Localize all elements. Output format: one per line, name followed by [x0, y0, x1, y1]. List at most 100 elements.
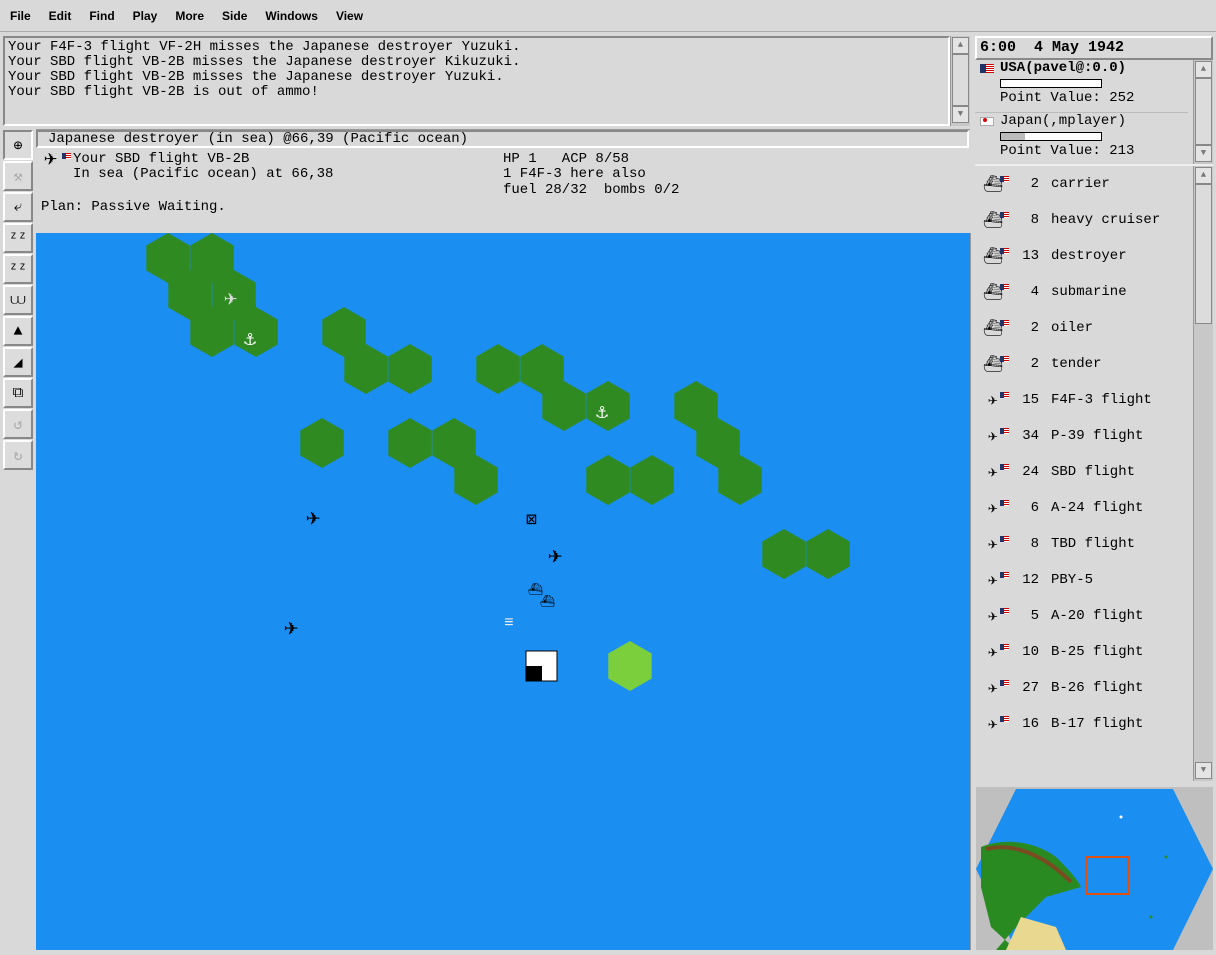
- unit-type-row[interactable]: ✈ 16 B-17 flight: [975, 706, 1190, 742]
- scroll-down-icon[interactable]: ▼: [1195, 762, 1212, 779]
- unit-type-row[interactable]: ✈ 10 B-25 flight: [975, 634, 1190, 670]
- unit-count: 2: [1030, 356, 1039, 372]
- unit-count: 34: [1022, 428, 1039, 444]
- land-hex[interactable]: [630, 455, 674, 505]
- scroll-thumb[interactable]: [952, 54, 969, 106]
- undo-icon[interactable]: ↺: [3, 409, 33, 439]
- unit-type-row[interactable]: ✈ 6 A-24 flight: [975, 490, 1190, 526]
- scroll-up-icon[interactable]: ▲: [1195, 167, 1212, 184]
- unit-type-row[interactable]: ⛴ 4 submarine: [975, 274, 1190, 310]
- unit-count: 10: [1022, 644, 1039, 660]
- ship-icon: ⛴: [975, 174, 1011, 194]
- aircraft-icon: ✈: [975, 534, 1011, 554]
- land-hex[interactable]: [476, 344, 520, 394]
- menu-windows[interactable]: Windows: [265, 9, 318, 23]
- fighter-unit-icon[interactable]: ✈: [306, 506, 320, 533]
- scroll-up-icon[interactable]: ▲: [952, 37, 969, 54]
- unit-type-row[interactable]: ⛴ 8 heavy cruiser: [975, 202, 1190, 238]
- ship-icon: ⛴: [975, 318, 1011, 338]
- hex-map[interactable]: ✈⚓⚓✈✈✈⊠⛴⛴≡: [36, 233, 970, 950]
- japan-flag-icon: [980, 117, 994, 126]
- message-log: Your F4F-3 flight VF-2H misses the Japan…: [3, 36, 950, 126]
- unit-type-row[interactable]: ✈ 15 F4F-3 flight: [975, 382, 1190, 418]
- build-icon[interactable]: ⚒: [3, 161, 33, 191]
- menu-view[interactable]: View: [336, 9, 363, 23]
- crosshair-icon[interactable]: ⊕: [3, 130, 33, 160]
- reserve-icon[interactable]: ᶻᶻ: [3, 254, 33, 284]
- view-icon[interactable]: ⧉: [3, 378, 33, 408]
- scroll-down-icon[interactable]: ▼: [952, 106, 969, 123]
- unit-count: 6: [1030, 500, 1039, 516]
- world-minimap[interactable]: [976, 787, 1213, 950]
- land-hex[interactable]: [586, 455, 630, 505]
- unit-type-row[interactable]: ✈ 24 SBD flight: [975, 454, 1190, 490]
- menu-more[interactable]: More: [175, 9, 204, 23]
- units-scrollbar[interactable]: ▲ ▼: [1193, 166, 1213, 781]
- unit-type-name: P-39 flight: [1051, 428, 1144, 444]
- port-icon[interactable]: ⚓: [596, 402, 608, 425]
- aircraft-icon: ✈: [975, 462, 1011, 482]
- terrain-icon[interactable]: ◢: [3, 347, 33, 377]
- menu-bar: File Edit Find Play More Side Windows View: [0, 0, 1216, 32]
- return-icon[interactable]: ⤶: [3, 192, 33, 222]
- unit-type-row[interactable]: ⛴ 13 destroyer: [975, 238, 1190, 274]
- unit-type-name: B-25 flight: [1051, 644, 1144, 660]
- menu-edit[interactable]: Edit: [49, 9, 72, 23]
- ship-stack-icon[interactable]: ≡: [504, 614, 514, 632]
- fighter-unit-icon[interactable]: ✈: [284, 616, 298, 643]
- land-hex[interactable]: [806, 529, 850, 579]
- unit-count: 8: [1030, 536, 1039, 552]
- unit-count: 24: [1022, 464, 1039, 480]
- menu-side[interactable]: Side: [222, 9, 247, 23]
- ship-icon: ⛴: [975, 246, 1011, 266]
- side-name-japan: Japan(,mplayer): [1000, 113, 1127, 129]
- fighter-unit-icon[interactable]: ✈: [548, 544, 562, 571]
- unit-type-name: oiler: [1051, 320, 1094, 336]
- land-hex[interactable]: [300, 418, 344, 468]
- scroll-up-icon[interactable]: ▲: [1195, 61, 1212, 78]
- embark-icon[interactable]: ⩊: [3, 285, 33, 315]
- unit-type-name: destroyer: [1051, 248, 1127, 264]
- redo-icon[interactable]: ↻: [3, 440, 33, 470]
- unit-type-name: B-17 flight: [1051, 716, 1144, 732]
- message-scrollbar[interactable]: ▲ ▼: [950, 36, 970, 126]
- usa-points: Point Value: 252: [1000, 90, 1135, 106]
- unit-type-row[interactable]: ✈ 34 P-39 flight: [975, 418, 1190, 454]
- unit-type-row[interactable]: ✈ 8 TBD flight: [975, 526, 1190, 562]
- menu-find[interactable]: Find: [89, 9, 114, 23]
- unit-count: 2: [1030, 320, 1039, 336]
- unit-type-row[interactable]: ✈ 27 B-26 flight: [975, 670, 1190, 706]
- minimap-svg[interactable]: [976, 787, 1213, 950]
- unit-info-panel: Japanese destroyer (in sea) @66,39 (Paci…: [36, 130, 969, 232]
- menu-file[interactable]: File: [10, 9, 31, 23]
- land-hex[interactable]: [388, 418, 432, 468]
- land-hex[interactable]: [388, 344, 432, 394]
- land-hex[interactable]: [608, 641, 652, 691]
- unit-type-row[interactable]: ⛴ 2 oiler: [975, 310, 1190, 346]
- message-line: Your SBD flight VB-2B is out of ammo!: [8, 84, 319, 100]
- destroyer-icon[interactable]: ⛴: [540, 594, 555, 609]
- port-icon[interactable]: ⚓: [244, 329, 256, 352]
- unit-type-row[interactable]: ⛴ 2 carrier: [975, 166, 1190, 202]
- airbase-icon[interactable]: ✈: [224, 287, 237, 312]
- fortify-icon[interactable]: ▲: [3, 316, 33, 346]
- sides-scrollbar[interactable]: ▲ ▼: [1193, 60, 1213, 164]
- game-map[interactable]: ✈ ⚓ ⚓ ✈ ✈ ✈ ⊠ ⛴ ⛴ ≡: [36, 233, 970, 950]
- scroll-thumb[interactable]: [1195, 184, 1212, 324]
- unit-type-name: tender: [1051, 356, 1102, 372]
- unit-type-row[interactable]: ✈ 5 A-20 flight: [975, 598, 1190, 634]
- scroll-thumb[interactable]: [1195, 78, 1212, 145]
- aircraft-icon: ✈: [975, 498, 1011, 518]
- unit-type-name: F4F-3 flight: [1051, 392, 1152, 408]
- menu-play[interactable]: Play: [133, 9, 158, 23]
- sleep-icon[interactable]: ᶻᶻ: [3, 223, 33, 253]
- unit-type-row[interactable]: ✈ 12 PBY-5: [975, 562, 1190, 598]
- usa-progress: [1000, 79, 1102, 88]
- unit-type-row[interactable]: ⛴ 2 tender: [975, 346, 1190, 382]
- scroll-down-icon[interactable]: ▼: [1195, 145, 1212, 162]
- japan-points: Point Value: 213: [1000, 143, 1135, 159]
- aircraft-icon: ✈: [975, 390, 1011, 410]
- selected-sbd-icon[interactable]: ⊠: [526, 511, 537, 531]
- unit-count: 12: [1022, 572, 1039, 588]
- land-hex[interactable]: [762, 529, 806, 579]
